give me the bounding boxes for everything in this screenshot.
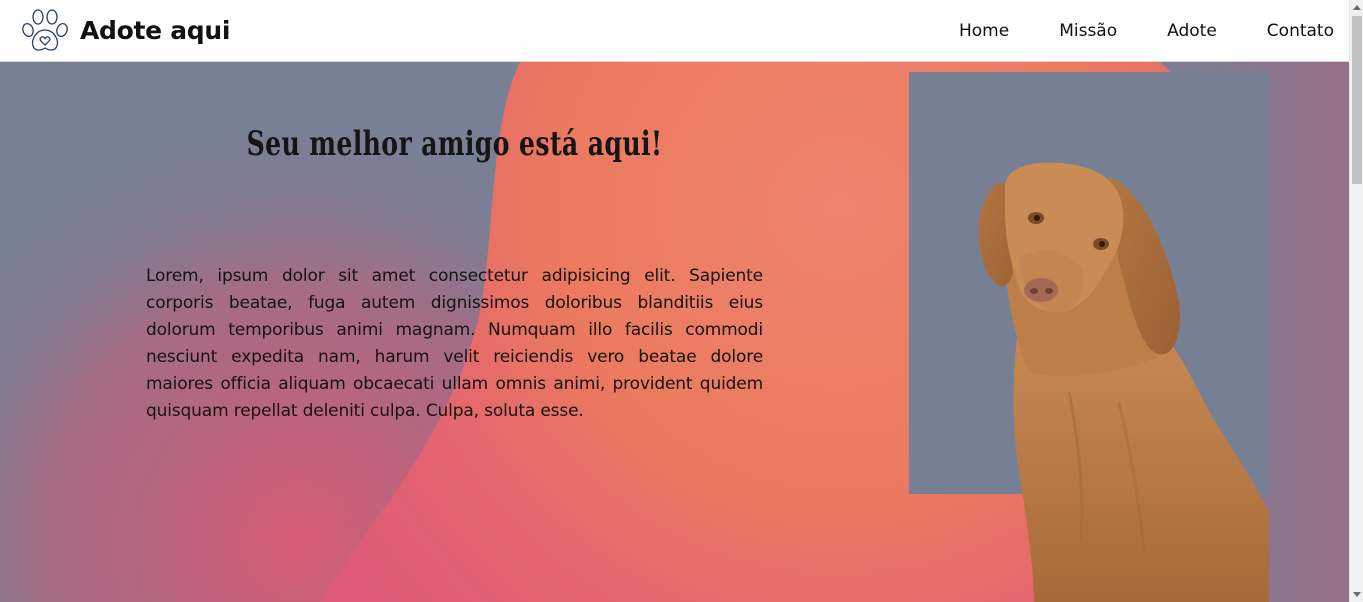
dog-photo <box>978 162 1269 602</box>
nav-contato-link[interactable]: Contato <box>1232 21 1349 41</box>
scroll-down-arrow-icon[interactable] <box>1353 592 1361 597</box>
paw-heart-icon <box>22 8 68 51</box>
hero-title: Seu melhor amigo está aqui! <box>246 124 663 164</box>
hero-description: Lorem, ipsum dolor sit amet consectetur … <box>146 266 763 421</box>
nav-missao-link[interactable]: Missão <box>1024 21 1132 41</box>
nav-adote-link[interactable]: Adote <box>1132 21 1232 41</box>
brand-name: Adote aqui <box>80 16 231 45</box>
nav-home-link[interactable]: Home <box>924 21 1024 41</box>
top-navbar: Adote aqui Home Missão Adote Contato <box>0 0 1349 62</box>
scroll-up-arrow-icon[interactable] <box>1353 5 1361 10</box>
brand[interactable]: Adote aqui <box>21 8 230 54</box>
main-nav: Home Missão Adote Contato <box>924 21 1349 41</box>
hero-section: Seu melhor amigo está aqui! Lorem, ipsum… <box>0 62 1349 602</box>
scroll-thumb[interactable] <box>1352 16 1362 184</box>
page-scrollbar[interactable] <box>1349 0 1363 602</box>
